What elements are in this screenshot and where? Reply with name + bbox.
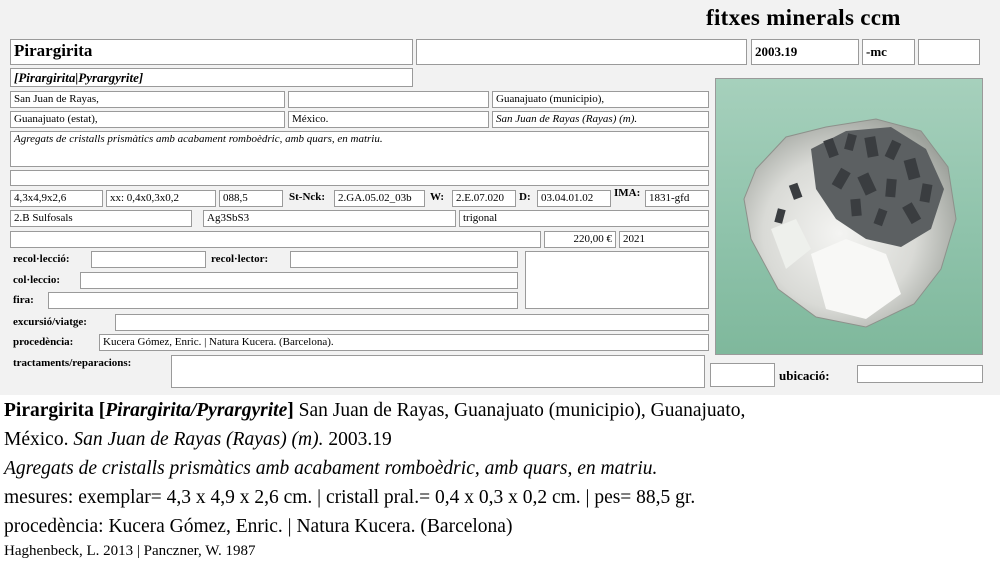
- caption-locality-b: México.: [4, 429, 69, 450]
- caption-synonyms: Pirargirita/Pyrargyrite: [105, 400, 288, 421]
- caption-line-1: Pirargirita [Pirargirita/Pyrargyrite] Sa…: [4, 399, 745, 422]
- caption-locality-a: San Juan de Rayas, Guanajuato (municipio…: [298, 400, 746, 421]
- caption-code: 2003.19: [328, 429, 392, 450]
- trip-label: excursió/viatge:: [13, 316, 87, 328]
- w-field[interactable]: 2.E.07.020: [452, 190, 516, 207]
- w-label: W:: [430, 191, 445, 203]
- recollector-label: recol·lector:: [211, 253, 269, 265]
- blank-row-field[interactable]: [10, 231, 541, 248]
- crystal-size-field[interactable]: xx: 0,4x0,3x0,2: [106, 190, 216, 207]
- mineral-photo: [715, 78, 983, 355]
- mineral-card-form: fitxes minerals ccm Pirargirita 2003.19 …: [0, 0, 1000, 395]
- locality-field-5[interactable]: México.: [288, 111, 489, 128]
- fair-field[interactable]: [48, 292, 518, 309]
- strunz-field[interactable]: 2.GA.05.02_03b: [334, 190, 425, 207]
- synonyms-field[interactable]: [Pirargirita|Pyrargyrite]: [10, 68, 413, 87]
- origin-field[interactable]: Kucera Gómez, Enric. | Natura Kucera. (B…: [99, 334, 709, 351]
- blank-field-1[interactable]: [416, 39, 747, 65]
- small-blank-field[interactable]: [710, 363, 775, 387]
- strunz-label: St-Nck:: [289, 191, 326, 203]
- location-field[interactable]: [857, 365, 983, 383]
- year-field[interactable]: 2021: [619, 231, 709, 248]
- suffix-field[interactable]: -mc: [862, 39, 915, 65]
- caption-syn-close: ]: [287, 400, 294, 421]
- d-label: D:: [519, 191, 531, 203]
- ima-label: IMA:: [614, 187, 641, 199]
- locality-field-4[interactable]: Guanajuato (estat),: [10, 111, 285, 128]
- caption-description: Agregats de cristalls prismàtics amb aca…: [4, 458, 658, 479]
- locality-field-1[interactable]: San Juan de Rayas,: [10, 91, 285, 108]
- collection-label: col·leccio:: [13, 274, 61, 286]
- caption-measures: mesures: exemplar= 4,3 x 4,9 x 2,6 cm. |…: [4, 487, 696, 508]
- price-field[interactable]: 220,00 €: [544, 231, 616, 248]
- locality-field-6[interactable]: San Juan de Rayas (Rayas) (m).: [492, 111, 709, 128]
- ima-field[interactable]: 1831-gfd: [645, 190, 709, 207]
- treatment-field[interactable]: [171, 355, 705, 388]
- formula-field[interactable]: Ag3SbS3: [203, 210, 456, 227]
- trip-field[interactable]: [115, 314, 709, 331]
- caption-line-2: México. San Juan de Rayas (Rayas) (m). 2…: [4, 428, 392, 451]
- name-field[interactable]: Pirargirita: [10, 39, 413, 65]
- notes-box[interactable]: [525, 251, 709, 309]
- caption-references: Haghenbeck, L. 2013 | Panczner, W. 1987: [4, 543, 256, 559]
- treatment-label: tractaments/reparacions:: [13, 357, 132, 369]
- recollection-field[interactable]: [91, 251, 206, 268]
- description-field[interactable]: Agregats de cristalls prismàtics amb aca…: [10, 131, 709, 167]
- caption-locality-italic: San Juan de Rayas (Rayas) (m).: [73, 429, 324, 450]
- caption-origin: procedència: Kucera Gómez, Enric. | Natu…: [4, 516, 513, 537]
- fair-label: fira:: [13, 294, 34, 306]
- code-field[interactable]: 2003.19: [751, 39, 859, 65]
- locality-field-3[interactable]: Guanajuato (municipio),: [492, 91, 709, 108]
- crystal-system-field[interactable]: trigonal: [459, 210, 709, 227]
- location-label: ubicació:: [779, 368, 830, 383]
- weight-field[interactable]: 088,5: [219, 190, 283, 207]
- description-field-2[interactable]: [10, 170, 709, 186]
- blank-field-2[interactable]: [918, 39, 980, 65]
- caption-name: Pirargirita: [4, 400, 94, 421]
- dimensions-field[interactable]: 4,3x4,9x2,6: [10, 190, 103, 207]
- recollector-field[interactable]: [290, 251, 518, 268]
- d-field[interactable]: 03.04.01.02: [537, 190, 611, 207]
- collection-field[interactable]: [80, 272, 518, 289]
- mineral-specimen-illustration: [743, 118, 957, 328]
- origin-label: procedència:: [13, 336, 74, 348]
- brand-title: fitxes minerals ccm: [706, 5, 901, 30]
- recollection-label: recol·lecció:: [13, 253, 70, 265]
- class-field[interactable]: 2.B Sulfosals: [10, 210, 192, 227]
- locality-field-2[interactable]: [288, 91, 489, 108]
